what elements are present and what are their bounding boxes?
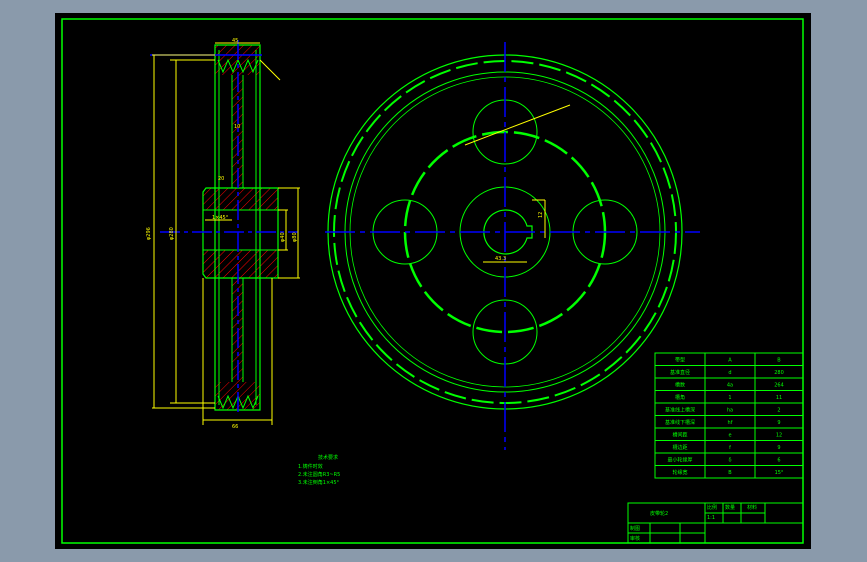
table-cell: 槽数 (675, 381, 685, 388)
table-cell: 4a (727, 382, 733, 388)
material-label: 材料 (747, 504, 757, 511)
table-cell: e (728, 432, 731, 438)
dim-hub-len: 45 (232, 38, 238, 44)
table-cell: 槽边距 (672, 444, 687, 451)
hub-bottom-hatch (203, 250, 278, 278)
drawing-name: 皮带轮2 (650, 510, 668, 517)
dim-outer: φ296 (146, 227, 152, 240)
cad-drawing: 45 10 20 1×45° 66 φ296 φ280 φ80 φ40 12 4… (55, 13, 811, 549)
table-cell: f (729, 445, 731, 451)
scale-label: 比例 (707, 504, 717, 511)
table-cell: 最小轮缘厚 (667, 456, 692, 463)
table-cell: 1 (728, 395, 731, 401)
table-cell: 基准线上槽深 (665, 406, 695, 413)
dim-pitch: φ280 (169, 227, 175, 240)
table-cell: 6 (777, 457, 780, 463)
drawing-canvas (55, 13, 811, 549)
notes-title: 技术要求 (318, 454, 338, 461)
table-cell: 槽角 (675, 394, 685, 401)
dim-bore: φ40 (280, 232, 286, 242)
checked-label: 审核 (630, 535, 640, 542)
table-cell: 基准线下槽深 (665, 419, 695, 426)
table-cell: hf (728, 420, 733, 426)
note-line: 3.未注倒角1×45° (298, 479, 340, 486)
table-cell: 基准直径 (670, 369, 690, 376)
table-cell: B (728, 470, 732, 476)
table-cell: 轮缘宽 (672, 469, 687, 476)
table-cell: 9 (777, 420, 780, 426)
hub-top-hatch (203, 188, 278, 210)
dim-web: 10 (234, 124, 240, 130)
table-cell: δ (728, 457, 731, 463)
scale-value: 1:1 (707, 515, 715, 521)
table-cell: 15° (775, 470, 784, 476)
drawn-label: 制图 (630, 525, 640, 532)
dim-chamfer: 1×45° (212, 215, 229, 221)
note-line: 2.未注圆角R3~R5 (298, 471, 340, 478)
table-cell: A (728, 357, 732, 363)
dim-key-depth: 43.3 (495, 256, 506, 262)
dim-rim-width: 66 (232, 424, 238, 430)
note-line: 1.铸件时效 (298, 463, 323, 470)
dim-web-gap: 20 (218, 176, 224, 182)
table-cell: 9 (777, 445, 780, 451)
table-cell: 11 (776, 395, 782, 401)
qty-label: 数量 (725, 504, 735, 511)
table-cell: ha (727, 407, 733, 413)
table-cell: B (777, 357, 781, 363)
table-cell: 12 (776, 432, 782, 438)
table-cell: 264 (774, 382, 784, 388)
table-cell: 2 (777, 407, 780, 413)
table-cell: d (728, 370, 731, 376)
dim-keyway: 12 (538, 212, 544, 218)
dim-hub-d: φ80 (292, 232, 298, 242)
table-cell: 280 (774, 370, 784, 376)
table-cell: 槽间距 (672, 431, 687, 438)
table-cell: 带型 (675, 356, 685, 363)
